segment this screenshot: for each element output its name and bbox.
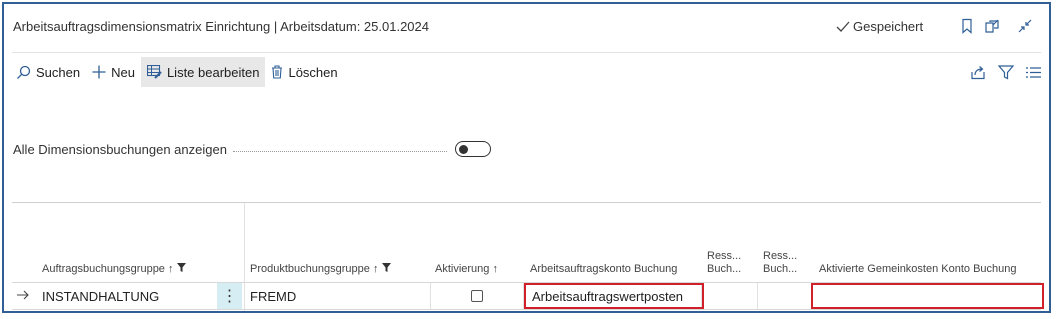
sort-ascending-icon: ↑ [168, 263, 174, 275]
column-label: Aktivierte Gemeinkosten Konto Buchung [819, 263, 1017, 275]
new-label: Neu [111, 64, 135, 80]
show-all-dimension-postings-label: Alle Dimensionsbuchungen anzeigen [13, 141, 227, 157]
share-icon[interactable] [970, 65, 986, 80]
cell-ress-buch-2[interactable] [758, 283, 812, 309]
saved-label: Gespeichert [853, 19, 924, 34]
open-new-window-icon[interactable] [984, 18, 1000, 34]
checkmark-icon [836, 21, 850, 32]
column-label: Auftragsbuchungsgruppe [42, 263, 165, 275]
column-label-line1: Ress... [763, 250, 798, 262]
search-icon [17, 65, 31, 79]
column-header-ress-buch-1[interactable]: Ress... Buch... [707, 250, 741, 276]
dotted-leader [232, 150, 447, 152]
highlight-box [811, 283, 1044, 309]
aktivierung-checkbox[interactable] [470, 290, 483, 302]
edit-list-icon [146, 65, 162, 79]
column-header-aktivierung[interactable]: Aktivierung ↑ [435, 263, 498, 276]
column-label: Arbeitsauftragskonto Buchung [530, 263, 678, 275]
edit-list-button[interactable]: Liste bearbeiten [140, 57, 266, 87]
cell-aktivierung[interactable] [430, 283, 523, 309]
column-label: Produktbuchungsgruppe [250, 263, 370, 275]
page-frame: Arbeitsauftragsdimensionsmatrix Einricht… [2, 2, 1051, 313]
collapse-icon[interactable] [1017, 18, 1033, 34]
column-label-line2: Buch... [707, 263, 742, 275]
action-bar-right [970, 57, 1041, 87]
filter-icon[interactable] [998, 64, 1014, 80]
toggle-knob [458, 144, 468, 154]
saved-status: Gespeichert [836, 19, 923, 34]
sort-ascending-icon: ↑ [372, 263, 379, 275]
more-vertical-icon: ⋮ [221, 288, 238, 305]
row-indicator-arrow-icon [17, 290, 29, 300]
action-bar: Suchen Neu Liste bearbeiten Löschen [10, 57, 1049, 87]
column-header-ress-buch-2[interactable]: Ress... Buch... [763, 250, 797, 276]
row-actions-menu-button[interactable]: ⋮ [217, 283, 242, 309]
cell-auftragsbuchungsgruppe[interactable]: INSTANDHALTUNG [42, 283, 212, 309]
plus-icon [92, 65, 106, 79]
dimension-matrix-grid: Auftragsbuchungsgruppe ↑ Produktbuchungs… [12, 203, 1044, 311]
edit-list-label: Liste bearbeiten [166, 64, 260, 80]
cell-produktbuchungsgruppe[interactable]: FREMD [250, 283, 420, 309]
divider [12, 52, 1041, 53]
bookmark-icon[interactable] [959, 18, 975, 34]
column-header-auftragsbuchungsgruppe[interactable]: Auftragsbuchungsgruppe ↑ [42, 263, 186, 276]
search-label: Suchen [36, 64, 81, 80]
filter-icon [176, 263, 186, 272]
title-bar: Arbeitsauftragsdimensionsmatrix Einricht… [4, 4, 1049, 50]
search-button[interactable]: Suchen [10, 57, 86, 87]
filter-icon [381, 263, 391, 272]
column-header-produktbuchungsgruppe[interactable]: Produktbuchungsgruppe ↑ [250, 263, 391, 276]
highlight-box [524, 283, 704, 309]
column-label: Aktivierung [435, 263, 490, 275]
list-view-icon[interactable] [1026, 66, 1041, 79]
trash-icon [272, 65, 283, 79]
column-label-line2: Buch... [763, 263, 798, 275]
new-button[interactable]: Neu [86, 57, 141, 87]
cell-ress-buch-1[interactable] [702, 283, 757, 309]
page-title: Arbeitsauftragsdimensionsmatrix Einricht… [13, 19, 429, 34]
show-all-dimension-postings-toggle[interactable] [454, 141, 491, 157]
column-header-arbeitsauftragskonto-buchung[interactable]: Arbeitsauftragskonto Buchung [530, 263, 677, 276]
column-label-line1: Ress... [707, 250, 742, 262]
show-all-dimension-postings-row: Alle Dimensionsbuchungen anzeigen [13, 141, 491, 157]
delete-button[interactable]: Löschen [265, 57, 343, 87]
sort-ascending-icon: ↑ [492, 263, 498, 275]
delete-label: Löschen [288, 64, 338, 80]
column-header-aktivierte-gemeinkosten-konto-buchung[interactable]: Aktivierte Gemeinkosten Konto Buchung [819, 263, 1017, 276]
